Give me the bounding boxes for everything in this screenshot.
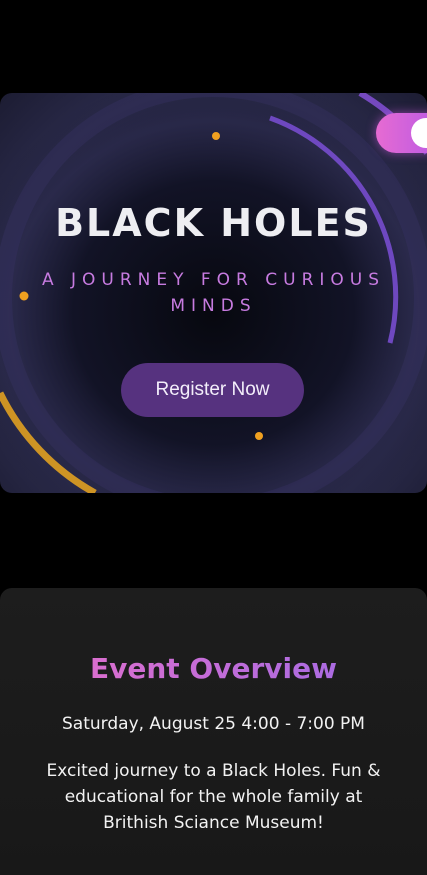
event-overview-title: Event Overview	[0, 652, 427, 685]
hero-banner: BLACK HOLES A JOURNEY FOR CURIOUS MINDS …	[0, 93, 427, 493]
event-overview-card: Event Overview Saturday, August 25 4:00 …	[0, 588, 427, 875]
page: BLACK HOLES A JOURNEY FOR CURIOUS MINDS …	[0, 0, 427, 875]
hero-title: BLACK HOLES	[55, 201, 372, 245]
theme-toggle[interactable]	[376, 113, 427, 153]
register-now-button[interactable]: Register Now	[121, 363, 304, 417]
event-date-time: Saturday, August 25 4:00 - 7:00 PM	[62, 714, 365, 734]
hero-subtitle: A JOURNEY FOR CURIOUS MINDS	[41, 270, 386, 316]
event-description: Excited journey to a Black Holes. Fun & …	[46, 761, 381, 833]
toggle-knob-icon	[411, 118, 427, 148]
